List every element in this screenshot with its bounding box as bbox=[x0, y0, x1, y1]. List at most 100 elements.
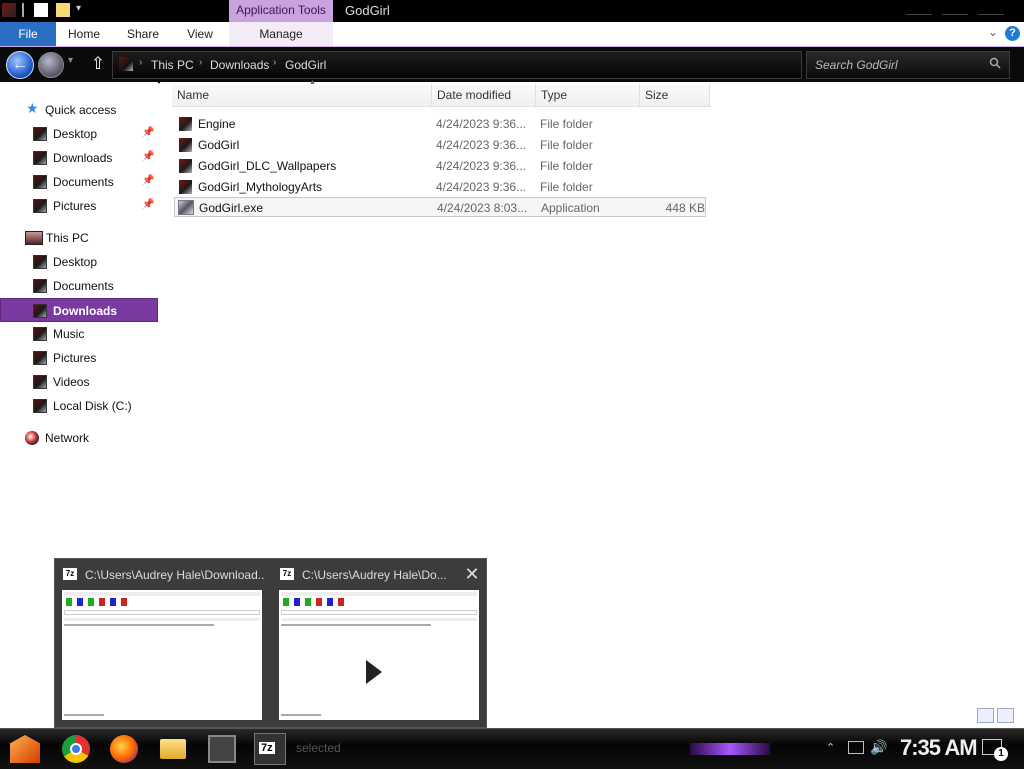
image-viewer-icon[interactable] bbox=[208, 735, 236, 763]
clock[interactable]: 7:35 AM bbox=[900, 735, 978, 761]
address-bar[interactable]: › This PC › Downloads › GodGirl bbox=[112, 51, 802, 79]
taskbar: 7z selected ⌃ 🔊 7:35 AM 1 bbox=[0, 728, 1024, 769]
sevenzip-icon: 7z bbox=[280, 568, 294, 580]
forward-button[interactable] bbox=[38, 52, 64, 78]
title-bar: ▾ bbox=[0, 0, 1024, 22]
window-controls[interactable] bbox=[896, 4, 1016, 16]
videos-icon bbox=[33, 375, 47, 389]
thumbnail-preview bbox=[279, 590, 479, 720]
close-button[interactable] bbox=[978, 6, 1004, 15]
file-date: 4/24/2023 9:36... bbox=[436, 159, 527, 173]
documents-icon bbox=[33, 175, 47, 189]
nav-network[interactable]: Network bbox=[0, 426, 158, 450]
sevenzip-taskbar-button[interactable]: 7z bbox=[254, 733, 286, 765]
column-type[interactable]: Type bbox=[536, 84, 640, 106]
view-switcher bbox=[977, 708, 1017, 725]
file-row[interactable]: GodGirl 4/24/2023 9:36... File folder bbox=[174, 135, 706, 155]
minimize-button[interactable] bbox=[906, 6, 932, 15]
breadcrumb-this-pc[interactable]: This PC bbox=[151, 58, 194, 72]
pin-icon: 📌 bbox=[142, 199, 155, 210]
folder-icon bbox=[179, 180, 192, 194]
details-view-icon[interactable] bbox=[977, 708, 994, 723]
nav-label: Documents bbox=[53, 175, 114, 189]
search-input[interactable]: Search GodGirl bbox=[806, 51, 1010, 79]
nav-label: Pictures bbox=[53, 199, 97, 213]
nav-quick-desktop[interactable]: Desktop 📌 bbox=[0, 122, 158, 146]
tab-view[interactable]: View bbox=[180, 22, 220, 46]
network-tray-icon[interactable] bbox=[848, 741, 864, 754]
nav-pc-desktop[interactable]: Desktop bbox=[0, 250, 158, 274]
column-name[interactable]: Name bbox=[172, 84, 432, 106]
nav-pc-local-disk[interactable]: Local Disk (C:) bbox=[0, 394, 158, 418]
column-date-modified[interactable]: Date modified bbox=[432, 84, 536, 106]
desktop-icon bbox=[33, 127, 47, 141]
thumbnail-window-2[interactable]: 7z C:\Users\Audrey Hale\Do... bbox=[272, 559, 487, 729]
tab-home[interactable]: Home bbox=[62, 22, 106, 46]
nav-label: Videos bbox=[53, 375, 90, 389]
breadcrumb-godgirl[interactable]: GodGirl bbox=[285, 58, 326, 72]
thumbnail-title: C:\Users\Audrey Hale\Download... bbox=[85, 568, 265, 582]
nav-quick-documents[interactable]: Documents 📌 bbox=[0, 170, 158, 194]
nav-pc-music[interactable]: Music bbox=[0, 322, 158, 346]
nav-label: Downloads bbox=[53, 304, 118, 318]
up-arrow-icon[interactable]: ⇧ bbox=[88, 53, 108, 75]
expand-ribbon-chevron-icon[interactable]: ⌄ bbox=[988, 25, 998, 39]
file-row[interactable]: GodGirl_DLC_Wallpapers 4/24/2023 9:36...… bbox=[174, 156, 706, 176]
large-icons-view-icon[interactable] bbox=[997, 708, 1014, 723]
music-icon bbox=[33, 327, 47, 341]
tab-file[interactable]: File bbox=[0, 22, 56, 46]
nav-pc-pictures[interactable]: Pictures bbox=[0, 346, 158, 370]
folder-icon bbox=[179, 138, 192, 152]
nav-pc-downloads[interactable]: Downloads bbox=[0, 298, 158, 322]
file-row-selected[interactable]: GodGirl.exe 4/24/2023 8:03... Applicatio… bbox=[174, 197, 706, 217]
file-row[interactable]: GodGirl_MythologyArts 4/24/2023 9:36... … bbox=[174, 177, 706, 197]
nav-label: Desktop bbox=[53, 255, 98, 269]
thumbnail-preview bbox=[62, 590, 262, 720]
help-icon[interactable]: ? bbox=[1005, 26, 1020, 41]
file-name: Engine bbox=[198, 117, 236, 131]
tab-share[interactable]: Share bbox=[120, 22, 166, 46]
address-toolbar: ← ▾ ⇧ › This PC › Downloads › GodGirl Se… bbox=[0, 46, 1024, 84]
show-hidden-icons-icon[interactable]: ⌃ bbox=[826, 741, 835, 754]
breadcrumb-separator-icon[interactable]: › bbox=[139, 57, 142, 68]
nav-quick-pictures[interactable]: Pictures 📌 bbox=[0, 194, 158, 218]
firefox-icon[interactable] bbox=[110, 735, 138, 763]
recent-locations-icon[interactable]: ▾ bbox=[68, 55, 73, 66]
file-type: Application bbox=[541, 201, 600, 215]
back-button[interactable]: ← bbox=[6, 51, 34, 79]
application-tools-label: Application Tools bbox=[229, 0, 333, 22]
search-placeholder: Search GodGirl bbox=[815, 58, 898, 72]
column-size[interactable]: Size bbox=[640, 84, 710, 106]
breadcrumb-downloads[interactable]: Downloads bbox=[210, 58, 269, 72]
file-row[interactable]: Engine 4/24/2023 9:36... File folder bbox=[174, 114, 706, 134]
nav-quick-downloads[interactable]: Downloads 📌 bbox=[0, 146, 158, 170]
sevenzip-icon: 7z bbox=[259, 742, 275, 754]
nav-this-pc[interactable]: This PC bbox=[0, 226, 158, 250]
new-folder-icon[interactable] bbox=[56, 3, 70, 17]
nav-label: Documents bbox=[53, 279, 114, 293]
properties-icon[interactable] bbox=[34, 3, 48, 17]
nav-label: Desktop bbox=[53, 127, 98, 141]
folder-icon bbox=[179, 117, 192, 131]
file-type: File folder bbox=[540, 180, 593, 194]
network-icon bbox=[25, 431, 39, 445]
breadcrumb-separator-icon[interactable]: › bbox=[199, 57, 202, 68]
customize-quick-access-icon[interactable]: ▾ bbox=[76, 3, 90, 17]
breadcrumb-separator-icon[interactable]: › bbox=[273, 57, 276, 68]
nav-quick-access[interactable]: ★ Quick access bbox=[0, 98, 158, 122]
volume-icon[interactable]: 🔊 bbox=[870, 739, 887, 756]
close-icon[interactable]: ✕ bbox=[461, 563, 483, 585]
star-icon: ★ bbox=[26, 100, 39, 116]
nav-pc-videos[interactable]: Videos bbox=[0, 370, 158, 394]
maximize-button[interactable] bbox=[942, 6, 968, 15]
start-button[interactable] bbox=[10, 735, 40, 763]
file-explorer-icon[interactable] bbox=[160, 739, 186, 759]
chrome-icon[interactable] bbox=[62, 735, 90, 763]
search-icon[interactable] bbox=[989, 57, 1001, 69]
application-icon bbox=[178, 200, 194, 215]
nav-pc-documents[interactable]: Documents bbox=[0, 274, 158, 298]
taskbar-decoration bbox=[690, 743, 770, 755]
tab-manage[interactable]: Manage bbox=[229, 22, 333, 46]
file-size: 448 KB bbox=[665, 201, 705, 215]
thumbnail-window-1[interactable]: 7z C:\Users\Audrey Hale\Download... bbox=[55, 559, 271, 729]
